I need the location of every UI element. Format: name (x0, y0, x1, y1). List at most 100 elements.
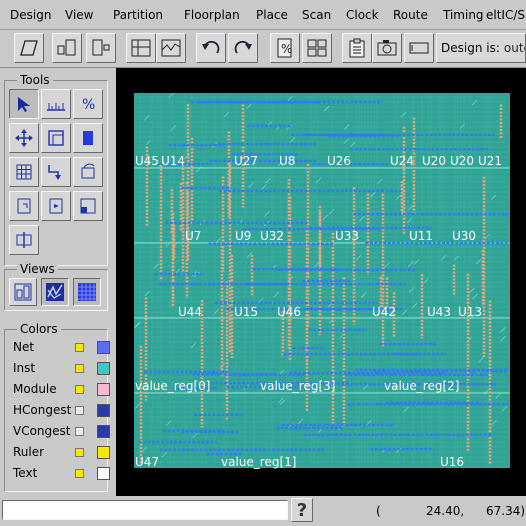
congestion-view-button[interactable] (73, 278, 101, 306)
menu-route[interactable]: Route (393, 8, 428, 22)
congestion-view-icon (78, 283, 96, 301)
fill-rect-tool[interactable] (73, 123, 103, 153)
help-button[interactable]: ? (291, 498, 313, 522)
menu-floorplan[interactable]: Floorplan (184, 8, 240, 22)
menu-eltic[interactable]: eltIC/S (486, 8, 525, 22)
ruler-tool[interactable] (41, 89, 71, 119)
cell-label: U20 (450, 154, 474, 168)
select-arrow-icon (18, 97, 30, 112)
svg-text:%: % (281, 42, 292, 56)
zoom-button[interactable]: % (270, 33, 300, 63)
cell-label: U9 (235, 229, 251, 243)
vcongest-color-swatch[interactable] (97, 425, 110, 438)
color-row-text: Text (11, 464, 111, 484)
tile-layout-button[interactable] (302, 33, 332, 63)
coord-y: 67.34) (486, 504, 526, 518)
color-label-net: Net (13, 340, 35, 354)
color-label-hcongest: HCongest (13, 403, 72, 417)
menu-clock[interactable]: Clock (346, 8, 379, 22)
cell-pair-button[interactable] (52, 33, 82, 63)
cell-label: U20 (422, 154, 446, 168)
module-color-swatch[interactable] (97, 383, 110, 396)
fill-rect-icon (83, 131, 93, 145)
place-tool[interactable] (9, 191, 39, 221)
camera-icon (377, 40, 397, 56)
place-icon (17, 198, 31, 214)
layout-view-button[interactable] (9, 278, 37, 306)
inst-checkbox[interactable] (75, 364, 84, 373)
route-tool[interactable] (41, 157, 71, 187)
net-checkbox[interactable] (75, 343, 84, 352)
cell-label: U45 (135, 154, 159, 168)
place-right-icon (49, 198, 63, 214)
rotate-tool[interactable] (73, 157, 103, 187)
svg-text:%: % (82, 97, 95, 113)
percent-icon: % (82, 97, 95, 113)
camera-button[interactable] (372, 33, 402, 63)
command-input[interactable] (2, 500, 288, 520)
views-group: Views (4, 262, 108, 311)
resize-tool[interactable] (41, 123, 71, 153)
redo-button[interactable] (228, 33, 258, 63)
coord-x: 24.40, (426, 504, 465, 518)
parallelogram-button[interactable] (14, 33, 44, 63)
design-status-label: Design is: (441, 41, 500, 55)
cell-label: U16 (440, 455, 464, 469)
flylines-view-button[interactable] (41, 278, 69, 306)
color-row-hcongest: HCongest (11, 401, 111, 421)
menu-place[interactable]: Place (256, 8, 288, 22)
cell-label: value_reg[1] (221, 455, 296, 469)
parallelogram-icon (20, 40, 38, 56)
zoom-tool[interactable]: % (73, 89, 103, 119)
menu-design[interactable]: Design (10, 8, 51, 22)
ruler-color-swatch[interactable] (97, 446, 110, 459)
menu-view[interactable]: View (65, 8, 93, 22)
select-tool[interactable] (9, 89, 39, 119)
hcongest-checkbox[interactable] (75, 406, 84, 415)
colors-group: Colors Net Inst Module HCongest VCongest (4, 322, 111, 492)
move-tool[interactable] (9, 123, 39, 153)
place-right-tool[interactable] (41, 191, 71, 221)
hcongest-color-swatch[interactable] (97, 404, 110, 417)
cell-label: U42 (372, 305, 396, 319)
design-status-value: oute (503, 41, 525, 55)
color-label-module: Module (13, 382, 57, 396)
redo-icon (234, 40, 252, 54)
color-row-net: Net (11, 338, 111, 358)
undo-button[interactable] (196, 33, 226, 63)
text-color-swatch[interactable] (97, 467, 110, 480)
layout-canvas[interactable]: U45 U14 U27 U8 U26 U24 U20 U20 U21 U7 U9… (116, 68, 526, 496)
window-icon (409, 42, 429, 54)
vcongest-checkbox[interactable] (75, 427, 84, 436)
layout-view[interactable]: U45 U14 U27 U8 U26 U24 U20 U20 U21 U7 U9… (116, 68, 526, 496)
clipboard-icon (349, 38, 365, 58)
route-icon (48, 165, 61, 180)
ruler-checkbox[interactable] (75, 448, 84, 457)
center-tool[interactable] (9, 225, 39, 255)
cell-label: U14 (161, 154, 185, 168)
floorplan-chart-button[interactable] (156, 33, 186, 63)
cell-label: U46 (277, 305, 301, 319)
cell-label: U11 (409, 229, 433, 243)
cell-label: U26 (327, 154, 351, 168)
window-button[interactable] (404, 33, 434, 63)
text-checkbox[interactable] (75, 469, 84, 478)
menu-timing[interactable]: Timing (443, 8, 484, 22)
cell-label: U7 (185, 229, 201, 243)
grid-tool[interactable] (9, 157, 39, 187)
net-color-swatch[interactable] (97, 341, 110, 354)
floorplan-grid-button[interactable] (126, 33, 156, 63)
cell-label: U44 (178, 305, 202, 319)
menu-scan[interactable]: Scan (302, 8, 331, 22)
center-icon (16, 232, 32, 248)
cell-label: U47 (135, 455, 159, 469)
inst-color-swatch[interactable] (97, 362, 110, 375)
cell-label: U30 (452, 229, 476, 243)
clipboard-button[interactable] (342, 33, 372, 63)
module-checkbox[interactable] (75, 385, 84, 394)
corner-tool[interactable] (73, 191, 103, 221)
cell-label: U21 (478, 154, 502, 168)
cell-pin-button[interactable] (86, 33, 116, 63)
menu-partition[interactable]: Partition (113, 8, 163, 22)
cell-label: value_reg[3] (260, 379, 335, 393)
